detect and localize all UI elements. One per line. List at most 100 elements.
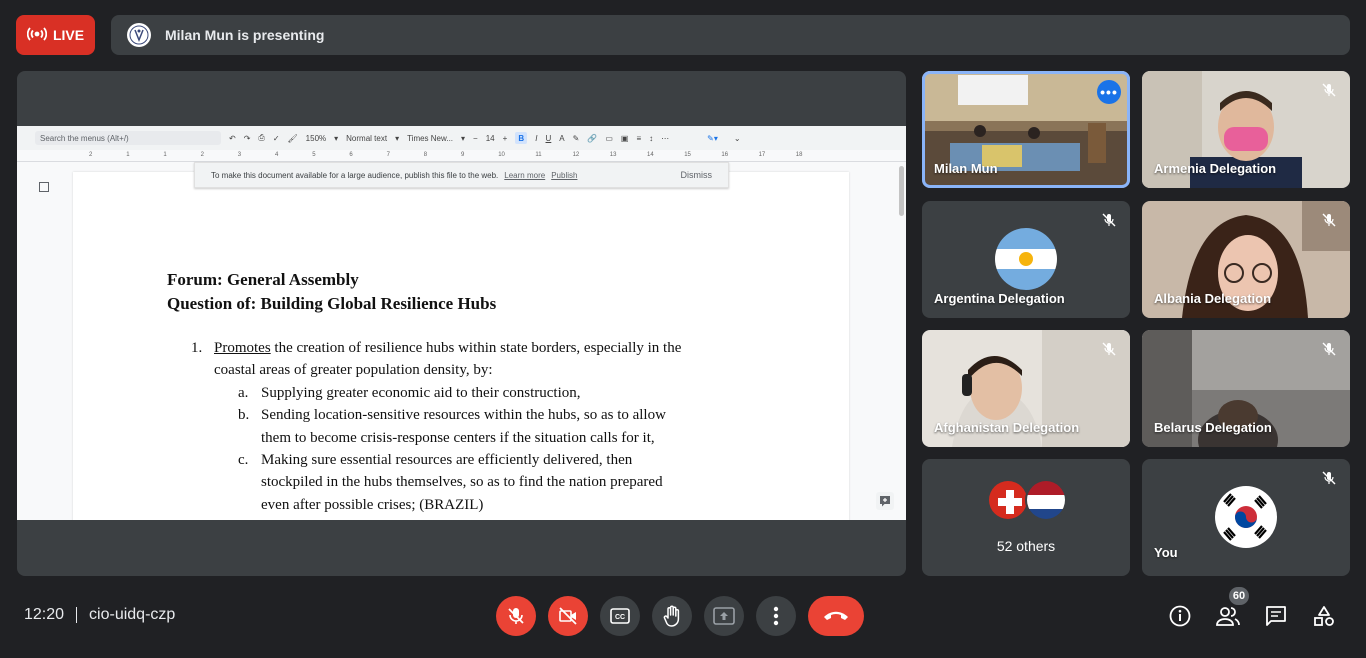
chat-button[interactable] xyxy=(1262,602,1290,630)
undo-icon[interactable]: ↶ xyxy=(229,134,236,143)
sub-c-line2: stockpiled in the hubs themselves, so as… xyxy=(261,474,663,490)
ruler-tick: 12 xyxy=(572,152,580,158)
text-color-icon[interactable]: A xyxy=(559,134,564,143)
ruler-tick: 9 xyxy=(461,152,465,158)
docs-toolbar: Search the menus (Alt+/) ↶ ↷ ⎙ ✓ 🖌 150% … xyxy=(17,126,906,150)
meeting-info: 12:20 cio-uidq-czp xyxy=(24,606,175,624)
italic-icon[interactable]: I xyxy=(535,134,537,143)
mic-off-icon xyxy=(1100,211,1118,229)
ruler-tick: 2 xyxy=(89,152,93,158)
activities-icon xyxy=(1314,606,1334,626)
participant-name: Belarus Delegation xyxy=(1154,420,1272,435)
ruler-tick: 1 xyxy=(163,152,167,158)
others-count: 52 others xyxy=(996,538,1056,554)
clause-1-line1: Promotes the creation of resilience hubs… xyxy=(214,337,681,360)
live-button[interactable]: LIVE xyxy=(16,15,95,55)
sub-c-label: c. xyxy=(238,452,249,468)
clause-1-line1-rest: the creation of resilience hubs within s… xyxy=(270,340,682,356)
meeting-details-button[interactable] xyxy=(1166,602,1194,630)
dismiss-button[interactable]: Dismiss xyxy=(681,170,713,180)
svg-text:CC: CC xyxy=(615,614,625,621)
highlight-icon[interactable]: ✎ xyxy=(573,134,580,143)
sub-a-label: a. xyxy=(238,385,249,401)
people-button[interactable] xyxy=(1214,602,1242,630)
participant-count-badge: 60 xyxy=(1229,587,1249,605)
ruler-tick: 3 xyxy=(237,152,242,158)
sub-c-line3: even after possible crises; (BRAZIL) xyxy=(261,497,484,513)
chevron-down-icon: ▾ xyxy=(461,133,466,143)
tile-others[interactable]: 52 others xyxy=(922,459,1130,576)
ruler-tick: 10 xyxy=(498,152,505,158)
document-outline-icon[interactable] xyxy=(39,182,49,192)
ruler-tick: 6 xyxy=(349,152,353,158)
info-icon xyxy=(1169,605,1191,627)
document-page: Forum: General Assembly Question of: Bui… xyxy=(73,172,849,520)
learn-more-link[interactable]: Learn more xyxy=(504,171,545,180)
hand-icon xyxy=(663,605,680,627)
document-scrollbar[interactable] xyxy=(899,166,904,216)
increase-font-icon[interactable]: + xyxy=(503,134,508,143)
ruler-tick: 11 xyxy=(535,152,542,158)
menu-search-input[interactable]: Search the menus (Alt+/) xyxy=(35,131,221,145)
tile-albania-delegation[interactable]: Albania Delegation xyxy=(1142,201,1350,318)
chevron-down-icon: ▾ xyxy=(395,133,400,143)
publish-banner-text: To make this document available for a la… xyxy=(211,170,499,180)
spellcheck-icon[interactable]: ✓ xyxy=(273,134,280,143)
tile-you[interactable]: You xyxy=(1142,459,1350,576)
line-spacing-icon[interactable]: ↕ xyxy=(649,134,653,143)
netherlands-flag-avatar xyxy=(1025,479,1067,521)
present-screen-button[interactable] xyxy=(704,596,744,636)
font-size-input[interactable]: 14 xyxy=(486,134,495,143)
bold-icon[interactable]: B xyxy=(515,132,528,144)
tile-milan-mun[interactable]: ••• Milan Mun xyxy=(922,71,1130,188)
camera-off-icon xyxy=(559,607,577,625)
people-icon xyxy=(1216,607,1240,626)
print-icon[interactable]: ⎙ xyxy=(258,133,264,143)
microphone-toggle-button[interactable] xyxy=(496,596,536,636)
publish-link[interactable]: Publish xyxy=(551,171,577,180)
ruler: 2 1 1 2 3 4 5 6 7 8 9 10 11 12 13 14 15 16 17 18 xyxy=(17,150,906,162)
sub-a-text: Supplying greater economic aid to their … xyxy=(261,385,581,401)
presenting-text: Milan Mun is presenting xyxy=(165,27,325,43)
tile-argentina-delegation[interactable]: Argentina Delegation xyxy=(922,201,1130,318)
presenting-banner: Milan Mun is presenting xyxy=(111,15,1350,55)
redo-icon[interactable]: ↷ xyxy=(244,134,251,143)
add-comment-icon[interactable] xyxy=(876,492,894,510)
align-icon[interactable]: ≡ xyxy=(636,134,641,143)
participant-name: Albania Delegation xyxy=(1154,291,1272,306)
camera-toggle-button[interactable] xyxy=(548,596,588,636)
collapse-icon[interactable]: ⌄ xyxy=(734,134,741,143)
style-select[interactable]: Normal text xyxy=(346,134,387,143)
participant-name: You xyxy=(1154,545,1178,560)
tile-armenia-delegation[interactable]: Armenia Delegation xyxy=(1142,71,1350,188)
tile-afghanistan-delegation[interactable]: Afghanistan Delegation xyxy=(922,330,1130,447)
more-icon[interactable]: ⋯ xyxy=(661,134,669,143)
chat-icon xyxy=(1266,606,1286,626)
tile-belarus-delegation[interactable]: Belarus Delegation xyxy=(1142,330,1350,447)
participant-name: Argentina Delegation xyxy=(934,291,1065,306)
ruler-tick: 14 xyxy=(647,152,654,158)
font-select[interactable]: Times New... xyxy=(407,134,453,143)
edit-mode-icon[interactable]: ✎▾ xyxy=(707,134,718,143)
decrease-font-icon[interactable]: − xyxy=(473,134,478,143)
activities-button[interactable] xyxy=(1310,602,1338,630)
participant-name: Milan Mun xyxy=(934,161,998,176)
link-icon[interactable]: 🔗 xyxy=(587,134,597,143)
comment-add-icon[interactable]: ▭ xyxy=(605,134,613,143)
sub-c-line1: Making sure essential resources are effi… xyxy=(261,452,633,468)
ruler-tick: 15 xyxy=(684,152,691,158)
underline-icon[interactable]: U xyxy=(546,134,552,143)
more-options-icon[interactable]: ••• xyxy=(1097,80,1121,104)
chevron-down-icon: ▾ xyxy=(334,133,339,143)
raise-hand-button[interactable] xyxy=(652,596,692,636)
broadcast-icon xyxy=(26,26,48,44)
captions-button[interactable]: CC xyxy=(600,596,640,636)
paint-format-icon[interactable]: 🖌 xyxy=(288,134,298,143)
leave-call-button[interactable] xyxy=(808,596,864,636)
more-options-button[interactable] xyxy=(756,596,796,636)
switzerland-flag-avatar xyxy=(987,479,1029,521)
image-icon[interactable]: ▣ xyxy=(621,134,629,143)
ruler-tick: 17 xyxy=(758,152,766,158)
zoom-select[interactable]: 150% xyxy=(306,134,326,143)
sub-b-line1: Sending location-sensitive resources wit… xyxy=(261,407,666,423)
